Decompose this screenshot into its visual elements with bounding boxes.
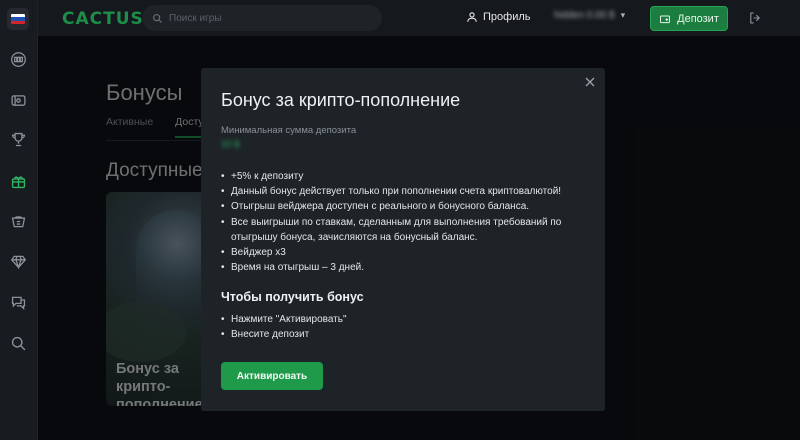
- how-to-title: Чтобы получить бонус: [221, 290, 364, 304]
- game-search-box[interactable]: [142, 5, 382, 31]
- search-icon[interactable]: [7, 332, 29, 354]
- ticket-icon[interactable]: [7, 89, 29, 111]
- slots-icon[interactable]: [7, 48, 29, 70]
- profile-link[interactable]: Профиль: [466, 11, 531, 23]
- deposit-button[interactable]: Депозит: [650, 6, 728, 31]
- list-item: Внесите депозит: [221, 327, 593, 342]
- min-deposit-label: Минимальная сумма депозита: [221, 125, 357, 136]
- list-item: Данный бонус действует только при пополн…: [221, 184, 593, 199]
- sidebar: [0, 0, 38, 440]
- balance-dropdown[interactable]: hidden 0.00 $ ▾: [554, 10, 625, 21]
- user-icon: [467, 12, 477, 22]
- list-item: +5% к депозиту: [221, 169, 593, 184]
- balance-value: hidden 0.00 $: [554, 10, 615, 21]
- deposit-label: Депозит: [677, 12, 719, 25]
- gift-icon[interactable]: [7, 170, 29, 192]
- top-header: CACTUS Профиль hidden 0.00 $ ▾ Депозит: [38, 0, 800, 36]
- list-item: Вейджер x3: [221, 245, 593, 260]
- diamond-icon[interactable]: [7, 250, 29, 272]
- casino-icon[interactable]: [7, 210, 29, 232]
- chevron-down-icon: ▾: [620, 10, 626, 20]
- activate-button[interactable]: Активировать: [221, 362, 323, 390]
- bonus-steps-list: Нажмите "Активировать" Внесите депозит: [221, 312, 593, 343]
- russia-flag-icon: [11, 14, 25, 24]
- chat-icon[interactable]: [7, 291, 29, 313]
- search-input[interactable]: [169, 12, 369, 24]
- list-item: Нажмите "Активировать": [221, 312, 593, 327]
- bonus-modal: Бонус за крипто-пополнение Минимальная с…: [201, 68, 605, 411]
- close-icon[interactable]: [584, 76, 596, 88]
- search-icon: [153, 13, 163, 23]
- min-deposit-value: 10 $: [221, 139, 240, 150]
- trophy-icon[interactable]: [7, 128, 29, 150]
- list-item: Отыгрыш вейджера доступен с реального и …: [221, 199, 593, 214]
- cactus-logo[interactable]: CACTUS: [62, 9, 144, 29]
- bonus-conditions-list: +5% к депозиту Данный бонус действует то…: [221, 169, 593, 276]
- modal-title: Бонус за крипто-пополнение: [221, 90, 461, 110]
- logout-icon[interactable]: [748, 11, 762, 25]
- profile-label: Профиль: [483, 11, 531, 23]
- wallet-plus-icon: [660, 15, 671, 23]
- list-item: Время на отыгрыш – 3 дней.: [221, 260, 593, 275]
- language-flag-button[interactable]: [7, 8, 29, 30]
- list-item: Все выигрыши по ставкам, сделанным для в…: [221, 215, 593, 245]
